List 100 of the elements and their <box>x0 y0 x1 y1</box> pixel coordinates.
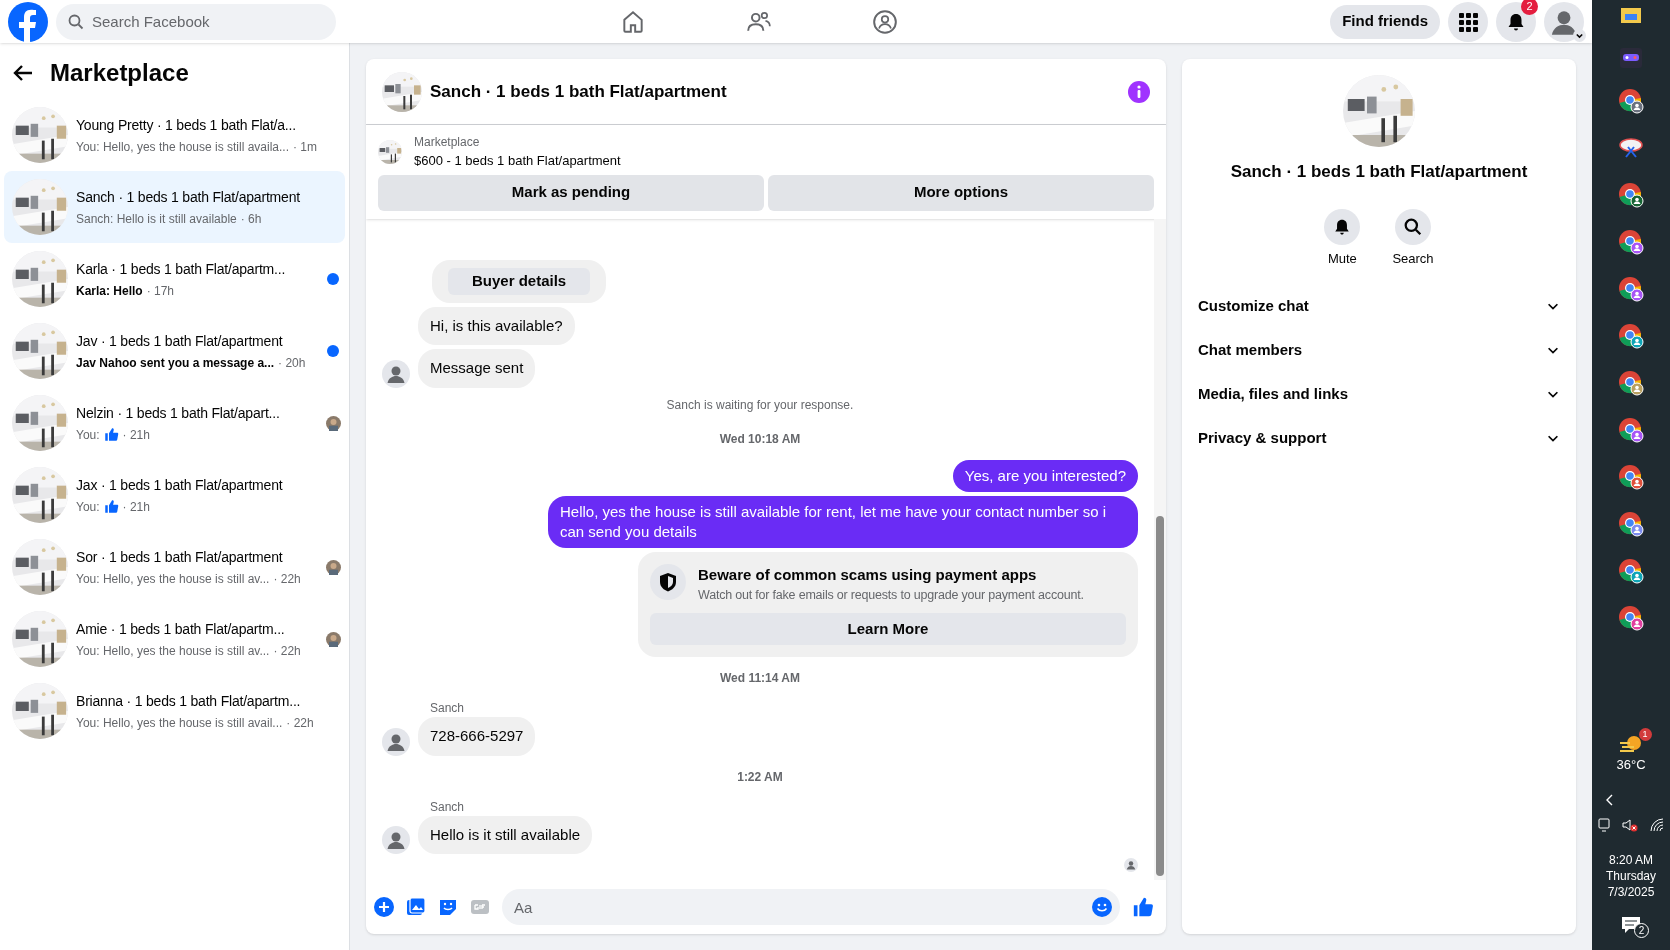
conversation-item[interactable]: Amie · 1 beds 1 bath Flat/apartm... You: Hello, yes the house is still av... · 22h <box>4 603 345 675</box>
message-preview: You: Hello, yes the house is still av... <box>76 570 270 588</box>
message-preview: Jav Nahoo sent you a message a... <box>76 354 275 372</box>
listing-action-button[interactable]: More options <box>768 174 1154 211</box>
message-time: · 20h <box>278 354 306 372</box>
browser-icon[interactable] <box>1618 229 1644 255</box>
conversation-item[interactable]: Jav · 1 beds 1 bath Flat/apartment Jav Nahoo sent you a message a... · 20h <box>4 315 345 387</box>
message-bubble: 728-666-5297 <box>418 717 536 756</box>
timestamp: 1:22 AM <box>736 768 784 786</box>
timestamp: Wed 11:14 AM <box>719 670 801 687</box>
sidebar-title: Marketplace <box>50 58 189 88</box>
search-icon <box>68 13 84 30</box>
chat-title: Sanch · 1 beds 1 bath Flat/apartment <box>430 80 727 103</box>
listing-action-button[interactable]: Mark as pending <box>378 174 764 211</box>
conversation-item[interactable]: Brianna · 1 beds 1 bath Flat/apartm... You: Hello, yes the house is still avail... · 22h <box>4 675 345 747</box>
section-row[interactable]: Media, files and links <box>1190 372 1568 416</box>
wifi-icon[interactable] <box>1650 818 1664 832</box>
user-avatar-icon <box>1124 858 1138 872</box>
section-row[interactable]: Chat members <box>1190 328 1568 372</box>
message-input[interactable]: Aa <box>502 889 1120 925</box>
message-time: · 21h <box>122 426 150 444</box>
notification-count: 2 <box>1634 923 1649 938</box>
search-button[interactable] <box>1395 208 1431 245</box>
image-icon[interactable] <box>406 897 426 917</box>
browser-icon[interactable] <box>1618 182 1644 208</box>
user-avatar-icon <box>382 826 410 854</box>
message-preview: You: Hello, yes the house is still availa... <box>76 138 289 156</box>
find-friends-button[interactable]: Find friends <box>1330 4 1440 39</box>
browser-icon[interactable] <box>1618 605 1644 631</box>
notification-badge: 2 <box>1521 0 1538 15</box>
message-preview: You: <box>76 498 100 516</box>
browser-icon[interactable] <box>1618 370 1644 396</box>
search-field[interactable]: Search Facebook <box>56 3 336 40</box>
conversation-title: Karla · 1 beds 1 bath Flat/apartm... <box>76 259 286 279</box>
conversation-title: Amie · 1 beds 1 bath Flat/apartm... <box>76 619 285 639</box>
listing-source: Marketplace <box>414 134 481 151</box>
muted-speaker-icon[interactable] <box>1622 818 1638 832</box>
game-icon[interactable] <box>1619 46 1643 70</box>
section-row[interactable]: Customize chat <box>1190 284 1568 328</box>
home-icon[interactable] <box>620 8 646 35</box>
sender-name: Sanch <box>429 700 466 717</box>
search-icon <box>1404 217 1422 236</box>
emoji-icon[interactable] <box>1092 897 1112 917</box>
browser-icon[interactable] <box>1618 511 1644 537</box>
message-preview: Karla: Hello <box>76 282 143 300</box>
facebook-logo[interactable] <box>8 1 48 42</box>
thumbs-up-icon <box>1132 896 1154 918</box>
conversation-title: Jav · 1 beds 1 bath Flat/apartment <box>76 331 283 351</box>
section-row[interactable]: Privacy & support <box>1190 416 1568 460</box>
temperature: 36°C <box>1616 755 1646 774</box>
conversation-item[interactable]: Young Pretty · 1 beds 1 bath Flat/a... You: Hello, yes the house is still availa... · 1m <box>4 99 345 171</box>
info-icon[interactable] <box>1128 80 1150 103</box>
status-text: Sanch is waiting for your response. <box>665 396 855 414</box>
bell-icon <box>1506 11 1526 32</box>
clock[interactable]: 8:20 AM Thursday 7/3/2025 <box>1606 852 1656 900</box>
thumbs-up-icon <box>103 427 119 442</box>
user-avatar-icon <box>382 359 410 388</box>
conversation-title: Jax · 1 beds 1 bath Flat/apartment <box>76 475 283 495</box>
clock-day: Thursday <box>1606 868 1656 884</box>
grid-icon <box>1458 11 1478 32</box>
browser-icon[interactable] <box>1618 417 1644 443</box>
browser-icon[interactable] <box>1618 558 1644 584</box>
camera-icon[interactable] <box>1598 818 1610 832</box>
menu-button[interactable] <box>1448 1 1488 42</box>
caret-icon <box>1573 28 1586 42</box>
warning-title: Beware of common scams using payment apps <box>698 564 1038 585</box>
mute-button[interactable] <box>1324 208 1361 245</box>
action-label: Mute <box>1327 249 1357 268</box>
message-bubble: Message sent <box>418 349 536 388</box>
conversation-title: Sor · 1 beds 1 bath Flat/apartment <box>76 547 283 567</box>
conversation-item[interactable]: Sanch · 1 beds 1 bath Flat/apartment Sanch: Hello is it still available · 6h <box>4 171 345 243</box>
browser-icon[interactable] <box>1618 464 1644 490</box>
browser-icon[interactable] <box>1618 323 1644 349</box>
browser-icon[interactable] <box>1618 88 1644 114</box>
message-time: · 22h <box>286 714 314 732</box>
buyer-details-button[interactable]: Buyer details <box>448 268 591 295</box>
message-time: · 1m <box>293 138 317 156</box>
sticker-icon[interactable] <box>438 897 458 917</box>
conversation-item[interactable]: Karla · 1 beds 1 bath Flat/apartm... Karla: Hello · 17h <box>4 243 345 315</box>
browser-icon[interactable] <box>1618 276 1644 302</box>
conversation-item[interactable]: Sor · 1 beds 1 bath Flat/apartment You: Hello, yes the house is still av... · 22h <box>4 531 345 603</box>
conversation-item[interactable]: Nelzin · 1 beds 1 bath Flat/apart... You: · 21h <box>4 387 345 459</box>
message-preview: You: Hello, yes the house is still avail... <box>76 714 283 732</box>
sender-name: Sanch <box>429 798 466 816</box>
weather-badge: 1 <box>1638 727 1652 741</box>
conversation-item[interactable]: Jax · 1 beds 1 bath Flat/apartment You: · 21h <box>4 459 345 531</box>
message-time: · 6h <box>240 210 262 228</box>
conversation-title: Young Pretty · 1 beds 1 bath Flat/a... <box>76 115 296 135</box>
plus-icon[interactable] <box>374 897 394 917</box>
notifications-button[interactable]: 2 <box>1496 1 1536 42</box>
groups-icon[interactable] <box>872 8 898 35</box>
bell-icon <box>1333 217 1352 236</box>
conversation-title: Nelzin · 1 beds 1 bath Flat/apart... <box>76 403 280 423</box>
message-preview: You: <box>76 426 100 444</box>
message-preview: Sanch: Hello is it still available <box>76 210 237 228</box>
profile-button[interactable] <box>1544 1 1584 42</box>
message-bubble: Hello, yes the house is still available for rent, let me have your contact number so i can send you details <box>548 495 1138 548</box>
details-title: Sanch · 1 beds 1 bath Flat/apartment <box>1230 161 1528 183</box>
learn-more-button[interactable]: Learn More <box>650 613 1126 645</box>
message-bubble: Yes, are you interested? <box>952 459 1138 492</box>
